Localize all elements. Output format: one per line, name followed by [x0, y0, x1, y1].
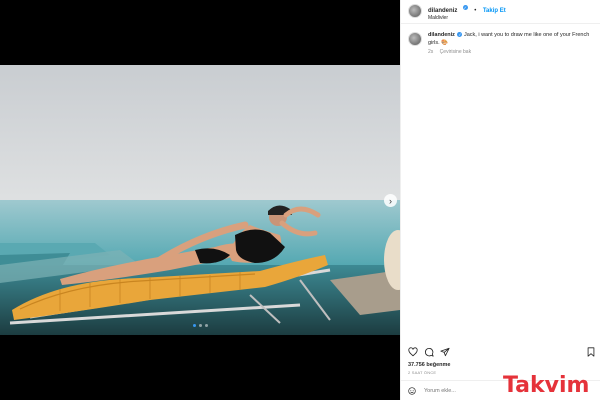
- caption-time[interactable]: 2s: [428, 49, 433, 55]
- svg-text:Takvim: Takvim: [503, 373, 589, 398]
- posted-time: 2 SAAT ÖNCE: [408, 370, 437, 375]
- photo-image: [0, 65, 400, 335]
- takvim-watermark-logo: Takvim: [503, 373, 589, 398]
- caption-meta: 2s Çevirisine bak: [428, 49, 593, 57]
- chevron-right-icon: ›: [389, 195, 392, 206]
- translate-link[interactable]: Çevirisine bak: [440, 49, 471, 55]
- like-count[interactable]: 37.756 beğenme: [408, 362, 451, 368]
- comment-icon[interactable]: [424, 347, 434, 357]
- separator-dot: •: [474, 8, 477, 14]
- heart-icon[interactable]: [408, 347, 418, 357]
- action-bar: [408, 346, 596, 358]
- slide-dot-active: [193, 324, 196, 327]
- emoji-icon[interactable]: [408, 386, 416, 395]
- slide-dot: [199, 324, 202, 327]
- verified-badge-icon: ✓: [457, 32, 463, 38]
- follow-button[interactable]: Takip Et: [483, 8, 506, 14]
- avatar[interactable]: [408, 4, 422, 18]
- location-link[interactable]: Maldivler: [428, 15, 506, 22]
- post-photo[interactable]: [0, 65, 400, 335]
- share-icon[interactable]: [440, 347, 450, 357]
- caption-body: dilandeniz ✓ Jack, i want you to draw me…: [428, 32, 593, 57]
- post-media: ›: [0, 0, 400, 400]
- bookmark-icon[interactable]: [586, 347, 596, 357]
- caption-avatar[interactable]: [408, 32, 422, 46]
- username-link[interactable]: dilandeniz: [428, 8, 457, 14]
- post-header: dilandeniz ✓ • Takip Et Maldivler: [401, 0, 600, 24]
- next-slide-button[interactable]: ›: [384, 194, 397, 207]
- header-text: dilandeniz ✓ • Takip Et Maldivler: [428, 4, 506, 22]
- verified-badge-icon: ✓: [462, 5, 468, 11]
- caption-username[interactable]: dilandeniz: [428, 32, 455, 38]
- slide-indicator: [193, 324, 208, 327]
- post-side-panel: dilandeniz ✓ • Takip Et Maldivler diland…: [400, 0, 600, 400]
- caption: dilandeniz ✓ Jack, i want you to draw me…: [408, 32, 596, 57]
- slide-dot: [205, 324, 208, 327]
